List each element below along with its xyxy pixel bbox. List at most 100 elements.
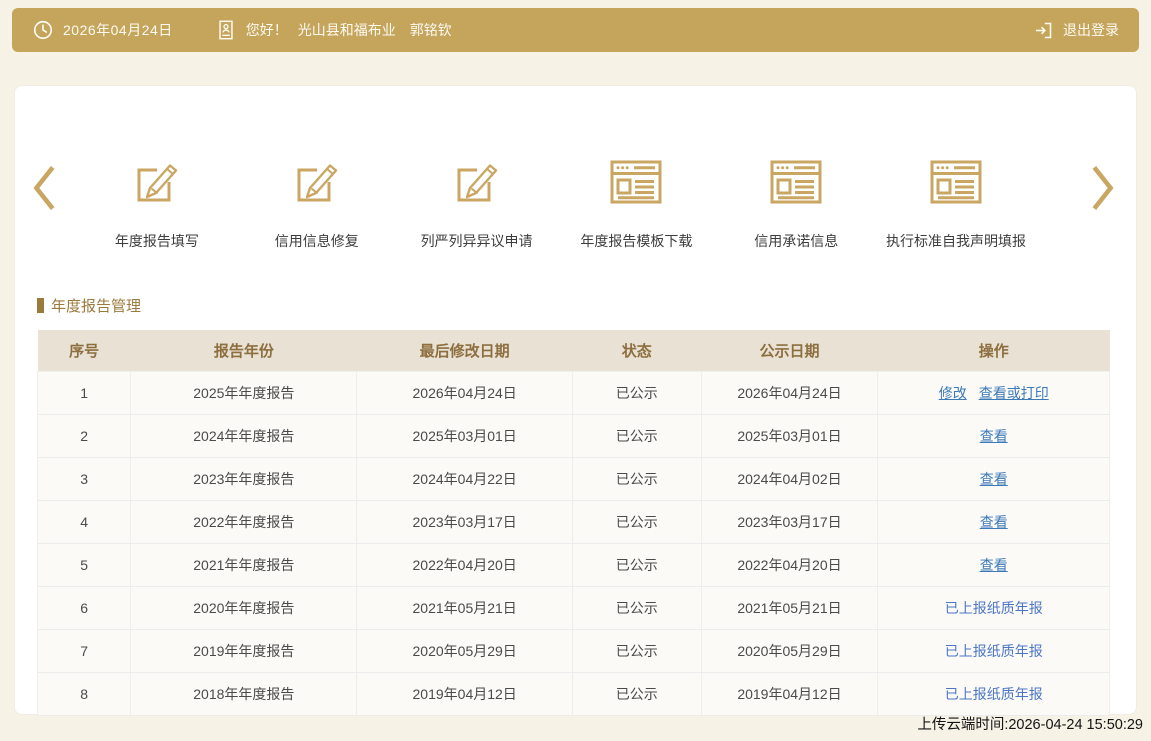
main-card: 年度报告填写 信用信息修复 列严列异异议申请 年度报告模板下载 信用承诺信息 [14,85,1137,715]
company-name: 光山县和福布业 [298,20,396,40]
page: 2026年04月24日 您好！ 光山县和福布业 郭铭钦 退出登录 年度报告填写 [0,0,1151,741]
logout-button[interactable]: 退出登录 [1033,20,1119,41]
section-title-text: 年度报告管理 [51,295,141,316]
cell-report-year: 2019年年度报告 [131,629,357,672]
menu-item-template-download[interactable]: 年度报告模板下载 [556,158,716,251]
cell-modified-date: 2025年03月01日 [357,414,572,457]
cell-publish-date: 2026年04月24日 [701,371,878,414]
table-row: 42022年年度报告2023年03月17日已公示2023年03月17日查看 [38,500,1110,543]
greeting-text: 您好！ [246,20,288,40]
carousel-next-button[interactable] [1090,162,1116,214]
cell-modified-date: 2026年04月24日 [357,371,572,414]
table-row: 82018年年度报告2019年04月12日已公示2019年04月12日已上报纸质… [38,672,1110,715]
edit-pencil-icon [131,158,183,206]
menu-item-credit-commitment[interactable]: 信用承诺信息 [716,158,876,251]
menu-item-label: 信用信息修复 [237,231,397,251]
action-link[interactable]: 查看 [980,471,1008,487]
menu-item-objection-application[interactable]: 列严列异异议申请 [397,158,557,251]
cell-status: 已公示 [572,500,701,543]
annual-report-table: 序号 报告年份 最后修改日期 状态 公示日期 操作 12025年年度报告2026… [37,330,1110,716]
cell-actions: 已上报纸质年报 [878,629,1110,672]
cell-actions: 查看 [878,414,1110,457]
action-status-text: 已上报纸质年报 [945,600,1043,616]
cell-actions: 查看 [878,457,1110,500]
menu-item-label: 列严列异异议申请 [397,231,557,251]
action-link[interactable]: 查看或打印 [979,385,1049,401]
table-row: 72019年年度报告2020年05月29日已公示2020年05月29日已上报纸质… [38,629,1110,672]
cell-report-year: 2022年年度报告 [131,500,357,543]
action-link[interactable]: 查看 [980,514,1008,530]
cell-publish-date: 2025年03月01日 [701,414,878,457]
cell-actions: 查看 [878,543,1110,586]
menu-item-credit-repair[interactable]: 信用信息修复 [237,158,397,251]
clock-icon [32,19,54,41]
cell-modified-date: 2022年04月20日 [357,543,572,586]
menu-item-self-declaration[interactable]: 执行标准自我声明填报 [876,158,1036,251]
id-badge-icon [215,19,237,41]
cell-modified-date: 2023年03月17日 [357,500,572,543]
cell-status: 已公示 [572,543,701,586]
cell-no: 5 [38,543,131,586]
col-header-status: 状态 [572,330,701,371]
quick-menu: 年度报告填写 信用信息修复 列严列异异议申请 年度报告模板下载 信用承诺信息 [15,86,1136,251]
webpage-icon [770,158,822,206]
table-row: 52021年年度报告2022年04月20日已公示2022年04月20日查看 [38,543,1110,586]
cell-report-year: 2025年年度报告 [131,371,357,414]
cell-publish-date: 2020年05月29日 [701,629,878,672]
table-row: 32023年年度报告2024年04月22日已公示2024年04月02日查看 [38,457,1110,500]
cell-publish-date: 2024年04月02日 [701,457,878,500]
quick-menu-carousel: 年度报告填写 信用信息修复 列严列异异议申请 年度报告模板下载 信用承诺信息 [15,86,1136,251]
menu-item-label: 年度报告模板下载 [556,231,716,251]
cell-no: 3 [38,457,131,500]
cell-report-year: 2024年年度报告 [131,414,357,457]
user-name: 郭铭钦 [410,20,452,40]
upload-time: 上传云端时间:2026-04-24 15:50:29 [917,713,1143,734]
cell-report-year: 2018年年度报告 [131,672,357,715]
cell-publish-date: 2023年03月17日 [701,500,878,543]
cell-status: 已公示 [572,629,701,672]
cell-status: 已公示 [572,457,701,500]
topbar: 2026年04月24日 您好！ 光山县和福布业 郭铭钦 退出登录 [12,8,1139,52]
menu-item-label: 信用承诺信息 [716,231,876,251]
menu-item-label: 执行标准自我声明填报 [876,231,1036,251]
cell-no: 2 [38,414,131,457]
action-link[interactable]: 修改 [939,385,967,401]
carousel-prev-button[interactable] [31,162,57,214]
cell-actions: 已上报纸质年报 [878,586,1110,629]
cell-status: 已公示 [572,371,701,414]
col-header-publish-date: 公示日期 [701,330,878,371]
col-header-actions: 操作 [878,330,1110,371]
webpage-icon [930,158,982,206]
edit-pencil-icon [291,158,343,206]
table-row: 62020年年度报告2021年05月21日已公示2021年05月21日已上报纸质… [38,586,1110,629]
menu-item-annual-report-fill[interactable]: 年度报告填写 [77,158,237,251]
cell-status: 已公示 [572,672,701,715]
cell-modified-date: 2021年05月21日 [357,586,572,629]
cell-publish-date: 2019年04月12日 [701,672,878,715]
table-row: 12025年年度报告2026年04月24日已公示2026年04月24日修改查看或… [38,371,1110,414]
cell-no: 6 [38,586,131,629]
col-header-no: 序号 [38,330,131,371]
current-date: 2026年04月24日 [63,20,173,40]
edit-pencil-icon [451,158,503,206]
logout-label: 退出登录 [1063,20,1119,40]
cell-no: 8 [38,672,131,715]
table-row: 22024年年度报告2025年03月01日已公示2025年03月01日查看 [38,414,1110,457]
cell-modified-date: 2019年04月12日 [357,672,572,715]
section-bullet-icon [37,298,44,313]
cell-report-year: 2021年年度报告 [131,543,357,586]
cell-publish-date: 2022年04月20日 [701,543,878,586]
logout-icon [1033,20,1054,41]
action-link[interactable]: 查看 [980,428,1008,444]
cell-publish-date: 2021年05月21日 [701,586,878,629]
cell-modified-date: 2024年04月22日 [357,457,572,500]
cell-no: 1 [38,371,131,414]
section-title: 年度报告管理 [37,295,1136,316]
cell-no: 4 [38,500,131,543]
action-link[interactable]: 查看 [980,557,1008,573]
report-table-body: 12025年年度报告2026年04月24日已公示2026年04月24日修改查看或… [38,371,1110,715]
action-status-text: 已上报纸质年报 [945,686,1043,702]
table-header-row: 序号 报告年份 最后修改日期 状态 公示日期 操作 [38,330,1110,371]
cell-report-year: 2020年年度报告 [131,586,357,629]
webpage-icon [610,158,662,206]
